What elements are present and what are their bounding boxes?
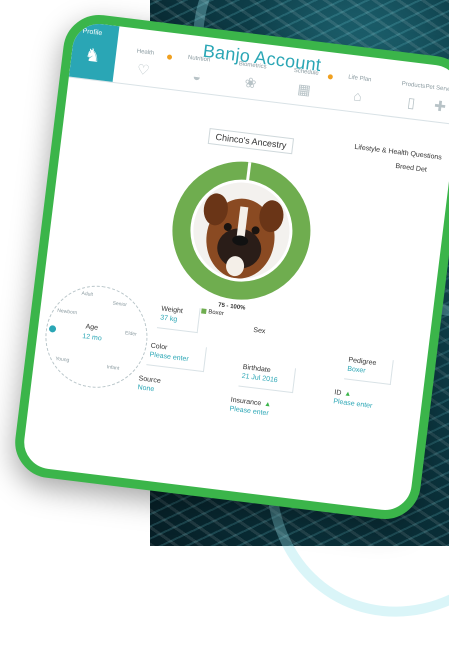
tab-label: Pet Services [425, 84, 449, 95]
field-value: None [137, 384, 155, 394]
source-field[interactable]: Source None [137, 375, 161, 394]
age-segment: Young [55, 355, 70, 364]
heart-icon: ♡ [136, 60, 151, 79]
lifestyle-questions-link[interactable]: Lifestyle & Health Questions [354, 144, 442, 162]
dog-icon: ♞ [83, 44, 102, 67]
id-label: ID [333, 389, 342, 398]
age-segment: Senior [112, 300, 128, 309]
sex-field[interactable]: Sex [253, 327, 266, 337]
tab-pet-services[interactable]: Pet Services ✚ [419, 84, 449, 123]
id-field[interactable]: ID ▲ Please enter [333, 389, 374, 410]
field-label: Sex [252, 326, 266, 336]
steps-icon: ⌂ [352, 87, 363, 105]
age-dial[interactable]: Adult Senior Elder Infant Young Newborn … [39, 279, 154, 394]
age-segment: Infant [106, 364, 120, 372]
age-value: 12 mo [81, 333, 103, 343]
field-label: Weight [160, 305, 184, 316]
tab-schedule[interactable]: Schedule ▦ [276, 66, 334, 106]
age-segment: Adult [81, 290, 94, 299]
field-value: Boxer [346, 365, 366, 375]
field-value: 37 kg [159, 314, 178, 324]
bowl-icon: ◒ [191, 67, 203, 85]
color-field[interactable]: Color Please enter [146, 340, 208, 373]
field-label: Source [138, 375, 162, 385]
app-screen: Profile ♞ Banjo Account Health ♡ Nutriti… [21, 20, 449, 513]
tab-nutrition[interactable]: Nutrition ◒ [168, 53, 226, 93]
age-label: Age [85, 323, 99, 332]
legend-swatch [201, 308, 207, 314]
tab-health[interactable]: Health ♡ [115, 46, 173, 86]
breed-details-link[interactable]: Breed Det [395, 163, 427, 174]
tab-profile[interactable]: Profile ♞ [68, 20, 120, 82]
tab-label: Life Plan [347, 74, 372, 84]
age-marker[interactable] [48, 324, 57, 333]
tablet-frame: Profile ♞ Banjo Account Health ♡ Nutriti… [11, 10, 449, 524]
ancestry-title: Chinco's Ancestry [207, 128, 295, 155]
tab-label: Health [136, 48, 155, 57]
breed-name: Boxer [207, 309, 225, 318]
warning-icon: ▲ [343, 390, 352, 399]
warning-icon: ▲ [263, 400, 272, 409]
paw-icon: ❀ [243, 74, 258, 92]
weight-field[interactable]: Weight 37 kg [156, 303, 201, 334]
age-segment: Newborn [56, 307, 78, 317]
tab-label: Profile [82, 27, 103, 38]
tab-life-plan[interactable]: Life Plan ⌂ [329, 73, 387, 113]
field-value [253, 336, 265, 337]
tab-biometrics[interactable]: Biometrics ❀ [222, 60, 280, 100]
services-icon: ✚ [433, 97, 447, 115]
breed-legend: Boxer [201, 308, 224, 317]
ancestry-ring [163, 153, 319, 309]
insurance-field[interactable]: Insurance ▲ Please enter [229, 397, 271, 418]
age-segment: Elder [124, 330, 138, 338]
calendar-icon: ▦ [296, 80, 312, 98]
birthdate-field[interactable]: Birthdate 21 Jul 2016 [238, 361, 297, 394]
pedigree-field[interactable]: Pedigree Boxer [344, 354, 394, 386]
